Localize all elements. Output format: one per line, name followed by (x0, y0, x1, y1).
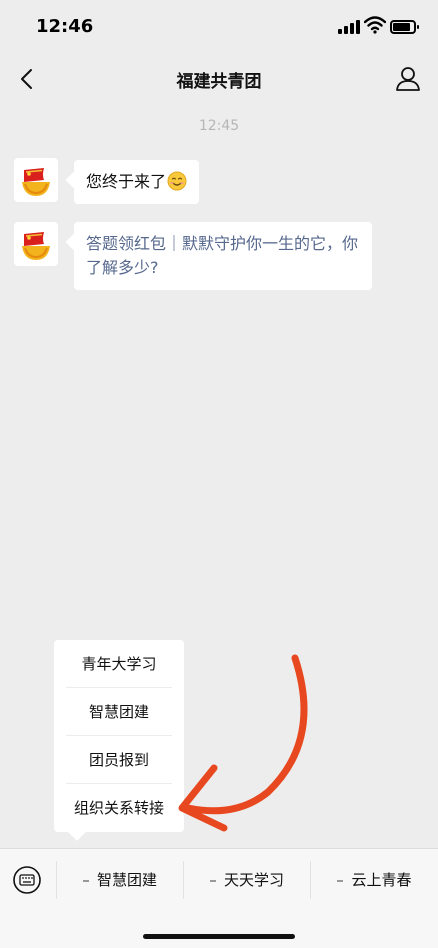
tab-label: 智慧团建 (96, 871, 157, 889)
bottom-menu-bar: 智慧团建 天天学习 云上青春 (0, 848, 438, 948)
battery-icon (390, 20, 419, 34)
status-bar: 12:46 (0, 0, 438, 56)
tab-daily-study[interactable]: 天天学习 (184, 849, 310, 911)
keyboard-icon[interactable] (12, 865, 42, 895)
tab-cloud-youth[interactable]: 云上青春 (311, 849, 438, 911)
wifi-icon (364, 16, 386, 34)
menu-indicator-icon (337, 879, 344, 882)
person-icon[interactable] (392, 63, 424, 95)
popup-item-smart-league[interactable]: 智慧团建 (66, 688, 172, 736)
message-text: 您终于来了 (86, 172, 167, 191)
home-indicator[interactable] (143, 934, 295, 939)
tab-smart-league[interactable]: 智慧团建 (57, 849, 183, 911)
smiling-face-emoji (167, 171, 187, 191)
page-title: 福建共青团 (176, 72, 262, 92)
tab-label: 云上青春 (351, 871, 412, 889)
popup-item-youth-study[interactable]: 青年大学习 (66, 640, 172, 688)
battery-fill (393, 23, 410, 31)
message-link-bubble[interactable]: 答题领红包｜默默守护你一生的它，你了解多少? (74, 222, 372, 290)
chat-timestamp: 12:45 (198, 118, 240, 134)
tab-label: 天天学习 (223, 871, 284, 889)
youth-league-emblem-icon[interactable] (14, 158, 58, 202)
nav-bar: 福建共青团 (0, 56, 438, 102)
popup-item-org-transfer[interactable]: 组织关系转接 (54, 784, 184, 832)
youth-league-emblem-icon[interactable] (14, 222, 58, 266)
popup-item-member-register[interactable]: 团员报到 (66, 736, 172, 784)
status-time: 12:46 (36, 16, 94, 37)
cellular-signal-icon (338, 20, 360, 34)
popup-menu: 青年大学习 智慧团建 团员报到 组织关系转接 (54, 640, 184, 832)
message-link-text[interactable]: 答题领红包｜默默守护你一生的它，你了解多少? (86, 234, 358, 277)
menu-indicator-icon (209, 879, 216, 882)
menu-indicator-icon (82, 879, 89, 882)
message-bubble[interactable]: 您终于来了 (74, 160, 200, 204)
